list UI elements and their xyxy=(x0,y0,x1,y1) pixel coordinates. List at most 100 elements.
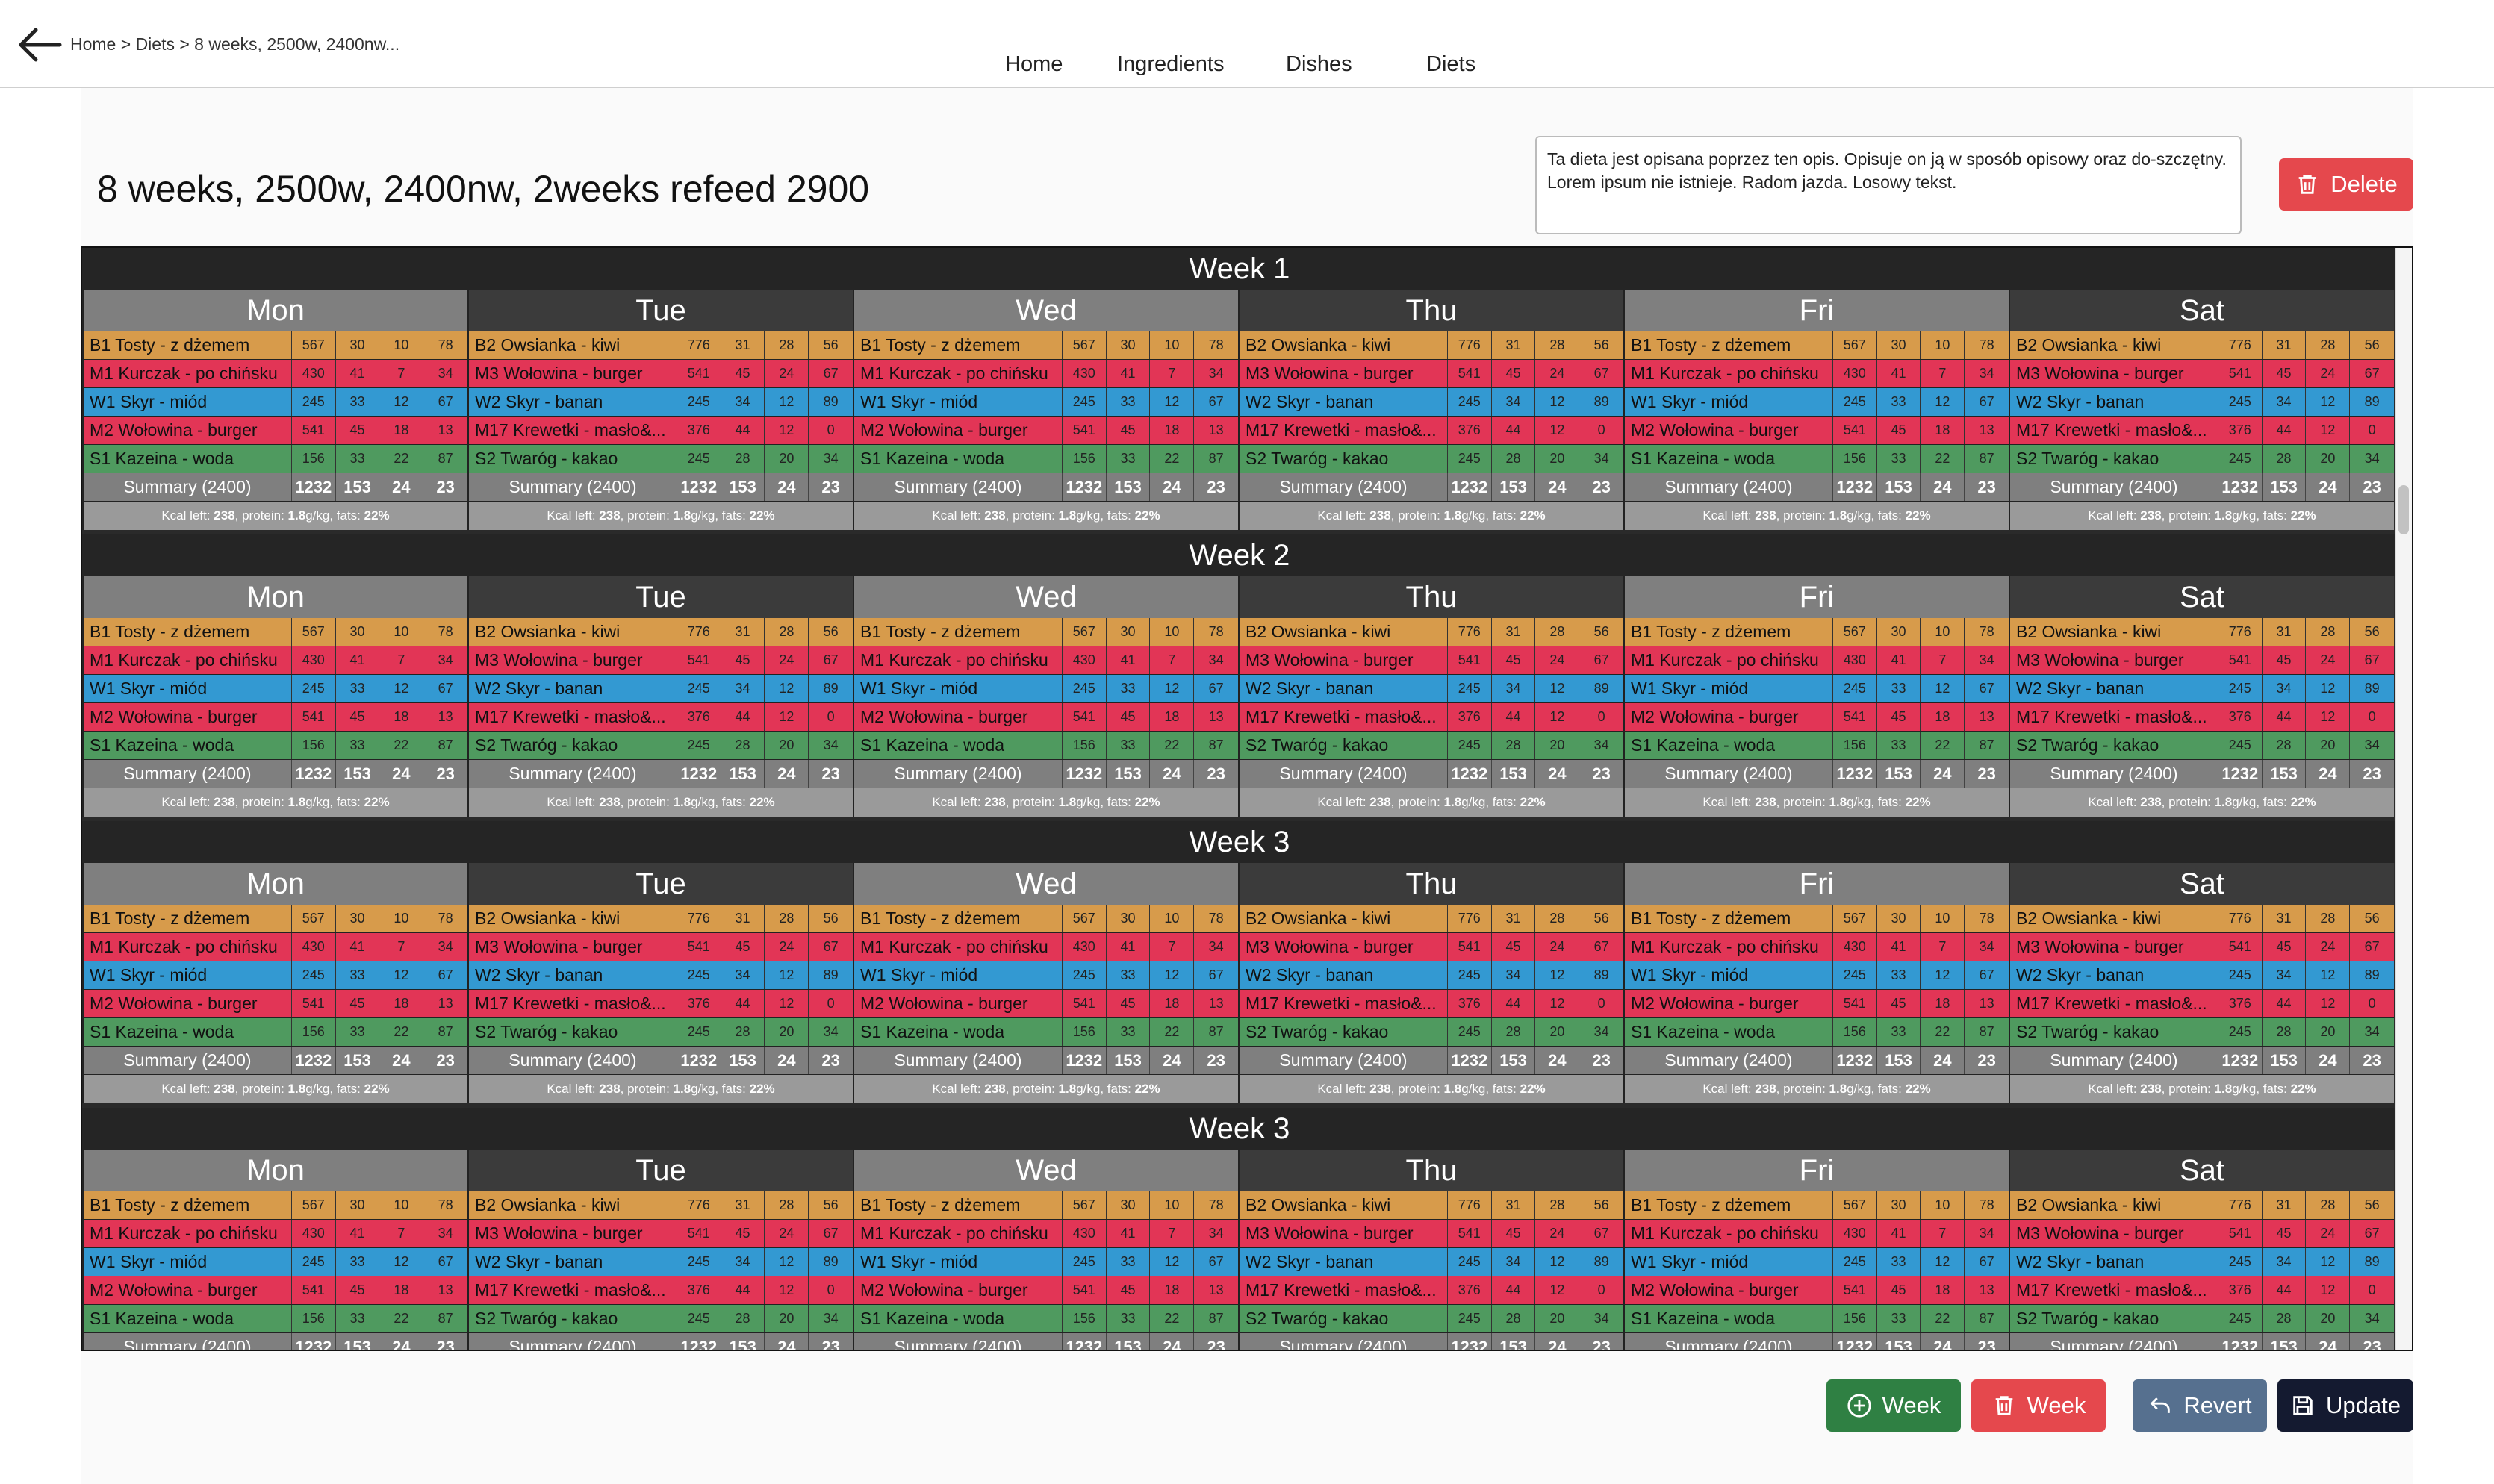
meal-row[interactable]: W2 Skyr - banan 245 34 12 89 xyxy=(467,961,853,990)
meal-row[interactable]: W1 Skyr - miód 245 33 12 67 xyxy=(1623,675,2009,703)
meal-row[interactable]: W2 Skyr - banan 245 34 12 89 xyxy=(2009,961,2394,990)
meal-row[interactable]: B2 Owsianka - kiwi 776 31 28 56 xyxy=(1238,618,1623,646)
meal-row[interactable]: M2 Wołowina - burger 541 45 18 13 xyxy=(853,990,1238,1018)
meal-row[interactable]: M2 Wołowina - burger 541 45 18 13 xyxy=(82,703,467,732)
meal-row[interactable]: M2 Wołowina - burger 541 45 18 13 xyxy=(1623,990,2009,1018)
meal-row[interactable]: M1 Kurczak - po chińsku 430 41 7 34 xyxy=(853,933,1238,961)
meal-row[interactable]: B2 Owsianka - kiwi 776 31 28 56 xyxy=(2009,1191,2394,1220)
delete-diet-button[interactable]: Delete xyxy=(2279,158,2413,211)
meal-row[interactable]: S2 Twaróg - kakao 245 28 20 34 xyxy=(467,732,853,760)
meal-row[interactable]: B1 Tosty - z dżemem 567 30 10 78 xyxy=(82,905,467,933)
meal-row[interactable]: M3 Wołowina - burger 541 45 24 67 xyxy=(1238,1220,1623,1248)
meal-row[interactable]: W2 Skyr - banan 245 34 12 89 xyxy=(1238,675,1623,703)
meal-row[interactable]: S1 Kazeina - woda 156 33 22 87 xyxy=(1623,1018,2009,1047)
meal-row[interactable]: S1 Kazeina - woda 156 33 22 87 xyxy=(853,445,1238,473)
meal-row[interactable]: W2 Skyr - banan 245 34 12 89 xyxy=(2009,1248,2394,1276)
meal-row[interactable]: M17 Krewetki - masło&... 376 44 12 0 xyxy=(1238,990,1623,1018)
meal-row[interactable]: S1 Kazeina - woda 156 33 22 87 xyxy=(853,1305,1238,1333)
meal-row[interactable]: M3 Wołowina - burger 541 45 24 67 xyxy=(467,646,853,675)
meal-row[interactable]: S1 Kazeina - woda 156 33 22 87 xyxy=(82,1305,467,1333)
grid-scrollbar-thumb[interactable] xyxy=(2398,485,2409,534)
meal-row[interactable]: M1 Kurczak - po chińsku 430 41 7 34 xyxy=(853,1220,1238,1248)
meal-row[interactable]: M3 Wołowina - burger 541 45 24 67 xyxy=(1238,360,1623,388)
meal-row[interactable]: S2 Twaróg - kakao 245 28 20 34 xyxy=(2009,732,2394,760)
meal-row[interactable]: M3 Wołowina - burger 541 45 24 67 xyxy=(2009,360,2394,388)
meal-row[interactable]: M17 Krewetki - masło&... 376 44 12 0 xyxy=(467,990,853,1018)
meal-row[interactable]: B2 Owsianka - kiwi 776 31 28 56 xyxy=(1238,331,1623,360)
meal-row[interactable]: M3 Wołowina - burger 541 45 24 67 xyxy=(467,933,853,961)
meal-row[interactable]: S2 Twaróg - kakao 245 28 20 34 xyxy=(467,1305,853,1333)
nav-dishes[interactable]: Dishes xyxy=(1286,52,1352,77)
meal-row[interactable]: S1 Kazeina - woda 156 33 22 87 xyxy=(82,732,467,760)
meal-row[interactable]: W1 Skyr - miód 245 33 12 67 xyxy=(82,1248,467,1276)
meal-row[interactable]: M2 Wołowina - burger 541 45 18 13 xyxy=(853,1276,1238,1305)
meal-row[interactable]: W1 Skyr - miód 245 33 12 67 xyxy=(853,1248,1238,1276)
meal-row[interactable]: S1 Kazeina - woda 156 33 22 87 xyxy=(1623,1305,2009,1333)
meal-row[interactable]: S2 Twaróg - kakao 245 28 20 34 xyxy=(467,445,853,473)
meal-row[interactable]: B2 Owsianka - kiwi 776 31 28 56 xyxy=(2009,905,2394,933)
meal-row[interactable]: M17 Krewetki - masło&... 376 44 12 0 xyxy=(1238,1276,1623,1305)
revert-button[interactable]: Revert xyxy=(2133,1379,2267,1432)
meal-row[interactable]: M17 Krewetki - masło&... 376 44 12 0 xyxy=(2009,703,2394,732)
meal-row[interactable]: S2 Twaróg - kakao 245 28 20 34 xyxy=(1238,1305,1623,1333)
meal-row[interactable]: W2 Skyr - banan 245 34 12 89 xyxy=(2009,675,2394,703)
meal-row[interactable]: W2 Skyr - banan 245 34 12 89 xyxy=(467,675,853,703)
meal-row[interactable]: M2 Wołowina - burger 541 45 18 13 xyxy=(82,990,467,1018)
meal-row[interactable]: S2 Twaróg - kakao 245 28 20 34 xyxy=(467,1018,853,1047)
meal-row[interactable]: M2 Wołowina - burger 541 45 18 13 xyxy=(82,417,467,445)
meal-row[interactable]: M2 Wołowina - burger 541 45 18 13 xyxy=(82,1276,467,1305)
meal-row[interactable]: B1 Tosty - z dżemem 567 30 10 78 xyxy=(1623,331,2009,360)
add-week-button[interactable]: Week xyxy=(1826,1379,1961,1432)
meal-row[interactable]: M17 Krewetki - masło&... 376 44 12 0 xyxy=(1238,703,1623,732)
meal-row[interactable]: M17 Krewetki - masło&... 376 44 12 0 xyxy=(1238,417,1623,445)
meal-row[interactable]: B1 Tosty - z dżemem 567 30 10 78 xyxy=(82,618,467,646)
meal-row[interactable]: S1 Kazeina - woda 156 33 22 87 xyxy=(853,732,1238,760)
back-arrow-icon[interactable] xyxy=(13,18,67,72)
meal-row[interactable]: M1 Kurczak - po chińsku 430 41 7 34 xyxy=(82,933,467,961)
meal-row[interactable]: M1 Kurczak - po chińsku 430 41 7 34 xyxy=(1623,933,2009,961)
meal-row[interactable]: M3 Wołowina - burger 541 45 24 67 xyxy=(1238,646,1623,675)
meal-row[interactable]: M1 Kurczak - po chińsku 430 41 7 34 xyxy=(1623,360,2009,388)
meal-row[interactable]: S1 Kazeina - woda 156 33 22 87 xyxy=(1623,732,2009,760)
meal-row[interactable]: M3 Wołowina - burger 541 45 24 67 xyxy=(467,1220,853,1248)
meal-row[interactable]: B1 Tosty - z dżemem 567 30 10 78 xyxy=(1623,618,2009,646)
meal-row[interactable]: W1 Skyr - miód 245 33 12 67 xyxy=(853,961,1238,990)
meal-row[interactable]: M17 Krewetki - masło&... 376 44 12 0 xyxy=(467,417,853,445)
meal-row[interactable]: B2 Owsianka - kiwi 776 31 28 56 xyxy=(467,618,853,646)
meal-row[interactable]: M1 Kurczak - po chińsku 430 41 7 34 xyxy=(853,360,1238,388)
meal-row[interactable]: S1 Kazeina - woda 156 33 22 87 xyxy=(82,1018,467,1047)
grid-scrollbar[interactable] xyxy=(2395,248,2412,1350)
meal-row[interactable]: M3 Wołowina - burger 541 45 24 67 xyxy=(2009,933,2394,961)
meal-row[interactable]: M17 Krewetki - masło&... 376 44 12 0 xyxy=(2009,1276,2394,1305)
meal-row[interactable]: W1 Skyr - miód 245 33 12 67 xyxy=(82,388,467,417)
breadcrumb[interactable]: Home > Diets > 8 weeks, 2500w, 2400nw... xyxy=(70,34,399,54)
meal-row[interactable]: M1 Kurczak - po chińsku 430 41 7 34 xyxy=(82,1220,467,1248)
meal-row[interactable]: M2 Wołowina - burger 541 45 18 13 xyxy=(1623,703,2009,732)
meal-row[interactable]: B1 Tosty - z dżemem 567 30 10 78 xyxy=(1623,905,2009,933)
meal-row[interactable]: W2 Skyr - banan 245 34 12 89 xyxy=(467,1248,853,1276)
meal-row[interactable]: B2 Owsianka - kiwi 776 31 28 56 xyxy=(2009,331,2394,360)
meal-row[interactable]: S2 Twaróg - kakao 245 28 20 34 xyxy=(2009,1305,2394,1333)
meal-row[interactable]: S1 Kazeina - woda 156 33 22 87 xyxy=(82,445,467,473)
meal-row[interactable]: M17 Krewetki - masło&... 376 44 12 0 xyxy=(2009,417,2394,445)
meal-row[interactable]: M1 Kurczak - po chińsku 430 41 7 34 xyxy=(1623,646,2009,675)
meal-row[interactable]: W2 Skyr - banan 245 34 12 89 xyxy=(1238,961,1623,990)
meal-row[interactable]: M1 Kurczak - po chińsku 430 41 7 34 xyxy=(82,646,467,675)
meal-row[interactable]: B1 Tosty - z dżemem 567 30 10 78 xyxy=(853,331,1238,360)
meal-row[interactable]: M1 Kurczak - po chińsku 430 41 7 34 xyxy=(82,360,467,388)
meal-row[interactable]: M1 Kurczak - po chińsku 430 41 7 34 xyxy=(853,646,1238,675)
meal-row[interactable]: B2 Owsianka - kiwi 776 31 28 56 xyxy=(467,905,853,933)
meal-row[interactable]: M2 Wołowina - burger 541 45 18 13 xyxy=(853,703,1238,732)
meal-row[interactable]: B1 Tosty - z dżemem 567 30 10 78 xyxy=(853,905,1238,933)
meal-row[interactable]: W1 Skyr - miód 245 33 12 67 xyxy=(1623,388,2009,417)
meal-row[interactable]: B1 Tosty - z dżemem 567 30 10 78 xyxy=(1623,1191,2009,1220)
meal-row[interactable]: W2 Skyr - banan 245 34 12 89 xyxy=(2009,388,2394,417)
meal-row[interactable]: M1 Kurczak - po chińsku 430 41 7 34 xyxy=(1623,1220,2009,1248)
meal-row[interactable]: W1 Skyr - miód 245 33 12 67 xyxy=(82,675,467,703)
meal-row[interactable]: M2 Wołowina - burger 541 45 18 13 xyxy=(1623,1276,2009,1305)
meal-row[interactable]: B2 Owsianka - kiwi 776 31 28 56 xyxy=(467,331,853,360)
meal-row[interactable]: W2 Skyr - banan 245 34 12 89 xyxy=(1238,388,1623,417)
diet-weeks-grid[interactable]: Week 1 Mon B1 Tosty - z dżemem 567 30 10 78 M1 … xyxy=(81,246,2413,1351)
meal-row[interactable]: W1 Skyr - miód 245 33 12 67 xyxy=(82,961,467,990)
meal-row[interactable]: M3 Wołowina - burger 541 45 24 67 xyxy=(1238,933,1623,961)
